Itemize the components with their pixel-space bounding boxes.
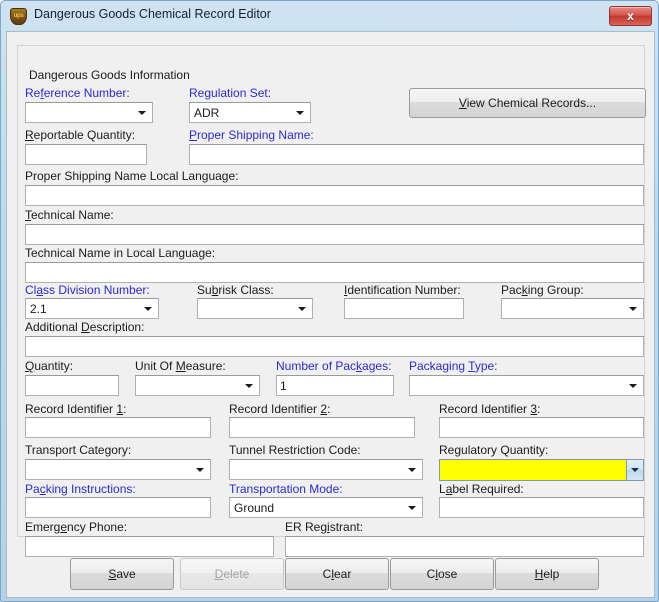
group-title: Dangerous Goods Information [25, 68, 194, 82]
technical-name-local-label: Technical Name in Local Language: [25, 246, 216, 260]
dialog-client-area: Dangerous Goods Information View Chemica… [6, 31, 655, 598]
subrisk-class-combobox[interactable] [197, 298, 313, 319]
close-button[interactable]: Close [390, 558, 494, 590]
save-button[interactable]: Save [70, 558, 174, 590]
regulation-set-label: Regulation Set: [189, 86, 272, 100]
tunnel-restriction-code-label: Tunnel Restriction Code: [229, 443, 361, 457]
record-identifier-2-label: Record Identifier 2: [229, 402, 331, 416]
chevron-down-icon [196, 467, 204, 472]
window-title: Dangerous Goods Chemical Record Editor [34, 7, 271, 21]
record-identifier-1-input[interactable] [25, 417, 211, 438]
packing-instructions-input[interactable] [25, 497, 211, 518]
regulatory-quantity-combobox[interactable] [439, 459, 644, 481]
record-identifier-2-input[interactable] [229, 417, 415, 438]
class-division-number-value: 2.1 [30, 302, 47, 316]
transportation-mode-value: Ground [234, 501, 275, 515]
technical-name-label: Technical Name: [25, 208, 114, 222]
proper-shipping-name-local-input[interactable] [25, 185, 644, 206]
technical-name-local-input[interactable] [25, 262, 644, 283]
chevron-down-icon [408, 467, 416, 472]
view-chemical-records-label: View Chemical Records... [458, 96, 597, 110]
chevron-down-icon [631, 468, 639, 472]
quantity-label: Quantity: [25, 359, 74, 373]
reportable-quantity-label: Reportable Quantity: [25, 128, 136, 142]
reference-number-combobox[interactable] [25, 102, 153, 123]
packing-instructions-label: Packing Instructions: [25, 482, 136, 496]
chevron-down-icon [408, 505, 416, 510]
additional-description-label: Additional Description: [25, 320, 145, 334]
close-window-button[interactable]: x [609, 6, 652, 26]
label-required-label: Label Required: [439, 482, 524, 496]
chevron-down-icon [298, 306, 306, 311]
regulation-set-value: ADR [194, 106, 220, 120]
transportation-mode-label: Transportation Mode: [229, 482, 343, 496]
reportable-quantity-input[interactable] [25, 144, 147, 165]
technical-name-input[interactable] [25, 224, 644, 245]
chevron-down-icon [629, 383, 637, 388]
view-chemical-records-button[interactable]: View Chemical Records... [409, 88, 646, 118]
dialog-window: Dangerous Goods Chemical Record Editor x… [0, 0, 659, 602]
identification-number-input[interactable] [344, 298, 464, 319]
chevron-down-icon [144, 306, 152, 311]
packing-group-label: Packing Group: [501, 283, 584, 297]
regulation-set-combobox[interactable]: ADR [189, 102, 311, 123]
transport-category-combobox[interactable] [25, 459, 211, 480]
er-registrant-label: ER Registrant: [285, 520, 364, 534]
emergency-phone-label: Emergency Phone: [25, 520, 128, 534]
label-required-input[interactable] [439, 497, 644, 518]
reference-number-label: Reference Number: [25, 86, 130, 100]
chevron-down-icon [245, 383, 253, 388]
proper-shipping-name-local-label: Proper Shipping Name Local Language: [25, 169, 239, 183]
proper-shipping-name-label: Proper Shipping Name: [189, 128, 314, 142]
close-button-label: Close [426, 567, 458, 581]
ups-shield-icon [10, 8, 27, 25]
clear-button-label: Clear [322, 567, 352, 581]
record-identifier-3-label: Record Identifier 3: [439, 402, 541, 416]
record-identifier-1-label: Record Identifier 1: [25, 402, 127, 416]
packaging-type-combobox[interactable] [409, 375, 644, 396]
help-button[interactable]: Help [495, 558, 599, 590]
chevron-down-icon [296, 110, 304, 115]
additional-description-input[interactable] [25, 336, 644, 357]
delete-button[interactable]: Delete [180, 558, 284, 590]
record-identifier-3-input[interactable] [439, 417, 644, 438]
chevron-down-icon [138, 110, 146, 115]
transport-category-label: Transport Category: [25, 443, 132, 457]
save-button-label: Save [108, 567, 136, 581]
close-icon: x [627, 9, 634, 23]
title-bar: Dangerous Goods Chemical Record Editor x [1, 1, 658, 31]
class-division-number-combobox[interactable]: 2.1 [25, 298, 159, 319]
emergency-phone-input[interactable] [25, 536, 274, 557]
proper-shipping-name-input[interactable] [189, 144, 644, 165]
quantity-input[interactable] [25, 375, 119, 396]
delete-button-label: Delete [214, 567, 250, 581]
unit-of-measure-combobox[interactable] [135, 375, 260, 396]
number-of-packages-input[interactable]: 1 [276, 375, 394, 396]
class-division-number-label: Class Division Number: [25, 283, 150, 297]
tunnel-restriction-code-combobox[interactable] [229, 459, 423, 480]
number-of-packages-label: Number of Packages: [276, 359, 392, 373]
unit-of-measure-label: Unit Of Measure: [135, 359, 226, 373]
subrisk-class-label: Subrisk Class: [197, 283, 274, 297]
transportation-mode-combobox[interactable]: Ground [229, 497, 423, 518]
packing-group-combobox[interactable] [501, 298, 644, 319]
help-button-label: Help [534, 567, 560, 581]
clear-button[interactable]: Clear [285, 558, 389, 590]
er-registrant-input[interactable] [285, 536, 644, 557]
identification-number-label: Identification Number: [344, 283, 461, 297]
chevron-down-icon [629, 306, 637, 311]
packaging-type-label: Packaging Type: [409, 359, 498, 373]
regulatory-quantity-label: Regulatory Quantity: [439, 443, 549, 457]
